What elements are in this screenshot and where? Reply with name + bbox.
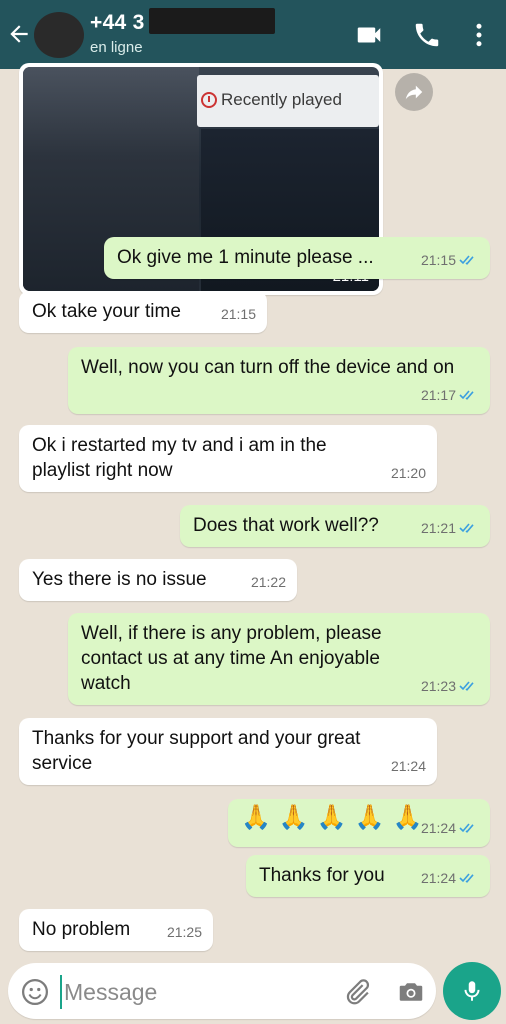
double-check-icon xyxy=(459,681,474,691)
attach-button[interactable] xyxy=(342,977,372,1007)
contact-status: en ligne xyxy=(90,39,143,56)
message-text: Thanks for your support and your great s… xyxy=(32,728,361,774)
camera-button[interactable] xyxy=(396,977,426,1007)
message-meta: 21:23 xyxy=(421,674,479,699)
message-meta: 21:24 xyxy=(421,816,479,841)
phone-icon xyxy=(415,23,439,47)
message-time: 21:15 xyxy=(420,252,456,268)
message-bubble-outgoing[interactable]: Thanks for you 21:24 xyxy=(246,855,490,897)
message-bubble-outgoing[interactable]: Does that work well?? 21:21 xyxy=(180,505,490,547)
message-bubble-incoming[interactable]: Thanks for your support and your great s… xyxy=(19,718,437,785)
forward-button[interactable] xyxy=(395,73,433,111)
message-time: 21:24 xyxy=(390,758,426,774)
message-composer[interactable] xyxy=(8,963,436,1019)
message-time: 21:21 xyxy=(420,520,456,536)
emoji-button[interactable] xyxy=(20,977,50,1007)
double-check-icon xyxy=(459,523,474,533)
message-time: 21:23 xyxy=(420,678,456,694)
message-meta: 21:25 xyxy=(167,920,202,945)
message-text: Yes there is no issue xyxy=(32,569,207,590)
message-meta: 21:21 xyxy=(421,516,479,541)
redaction-block xyxy=(148,8,275,34)
message-time: 21:24 xyxy=(420,870,456,886)
message-meta: 21:17 xyxy=(421,383,479,408)
double-check-icon xyxy=(459,823,474,833)
message-time: 21:20 xyxy=(390,465,426,481)
paperclip-icon xyxy=(346,979,370,1005)
camera-icon xyxy=(399,983,423,1001)
message-bubble-outgoing[interactable]: Well, now you can turn off the device an… xyxy=(68,347,490,414)
avatar[interactable] xyxy=(34,12,84,58)
message-time: 21:17 xyxy=(420,387,456,403)
message-meta: 21:15 xyxy=(421,248,479,273)
double-check-icon xyxy=(459,873,474,883)
voice-call-button[interactable] xyxy=(412,20,442,50)
message-time: 21:25 xyxy=(166,924,202,940)
message-meta: 21:24 xyxy=(391,754,426,779)
message-text: Ok i restarted my tv and i am in the pla… xyxy=(32,435,327,481)
forward-icon xyxy=(405,85,423,100)
message-bubble-incoming[interactable]: Yes there is no issue 21:22 xyxy=(19,559,297,601)
chat-area[interactable]: Recently played 21:11 Ok give me 1 minut… xyxy=(0,63,506,957)
voice-message-button[interactable] xyxy=(443,962,501,1020)
message-input[interactable] xyxy=(60,975,330,1009)
clock-icon xyxy=(201,92,217,108)
video-call-button[interactable] xyxy=(354,20,384,50)
emoji-icon xyxy=(22,979,48,1005)
message-meta: 21:15 xyxy=(221,302,256,327)
chat-header: +44 3 en ligne xyxy=(0,0,506,69)
recently-played-label: Recently played xyxy=(221,90,342,109)
message-bubble-incoming[interactable]: Ok take your time 21:15 xyxy=(19,291,267,333)
more-options-button[interactable] xyxy=(464,20,494,50)
arrow-left-icon xyxy=(10,25,28,43)
double-check-icon xyxy=(459,255,474,265)
composer-bar xyxy=(0,957,506,1024)
message-bubble-incoming[interactable]: Ok i restarted my tv and i am in the pla… xyxy=(19,425,437,492)
message-bubble-outgoing[interactable]: Well, if there is any problem, please co… xyxy=(68,613,490,705)
message-meta: 21:24 xyxy=(421,866,479,891)
back-button[interactable] xyxy=(6,18,34,50)
double-check-icon xyxy=(459,390,474,400)
more-vertical-icon xyxy=(476,23,482,47)
message-meta: 21:22 xyxy=(251,570,286,595)
message-bubble-incoming[interactable]: No problem 21:25 xyxy=(19,909,213,951)
message-text: Well, if there is any problem, please co… xyxy=(81,623,382,694)
microphone-icon xyxy=(464,981,480,1001)
message-time: 21:24 xyxy=(420,820,456,836)
message-bubble-outgoing[interactable]: 🙏🙏🙏🙏🙏 21:24 xyxy=(228,799,490,847)
message-meta: 21:20 xyxy=(391,461,426,486)
message-time: 21:15 xyxy=(220,306,256,322)
message-text: Well, now you can turn off the device an… xyxy=(81,357,455,378)
recently-played-panel: Recently played xyxy=(197,75,379,127)
message-time: 21:22 xyxy=(250,574,286,590)
contact-info[interactable]: +44 3 en ligne xyxy=(90,8,275,56)
contact-number: +44 3 xyxy=(90,11,145,34)
video-call-icon xyxy=(357,27,381,43)
contact-name: +44 3 xyxy=(90,8,275,35)
message-bubble-outgoing[interactable]: Ok give me 1 minute please ... 21:15 xyxy=(104,237,490,279)
